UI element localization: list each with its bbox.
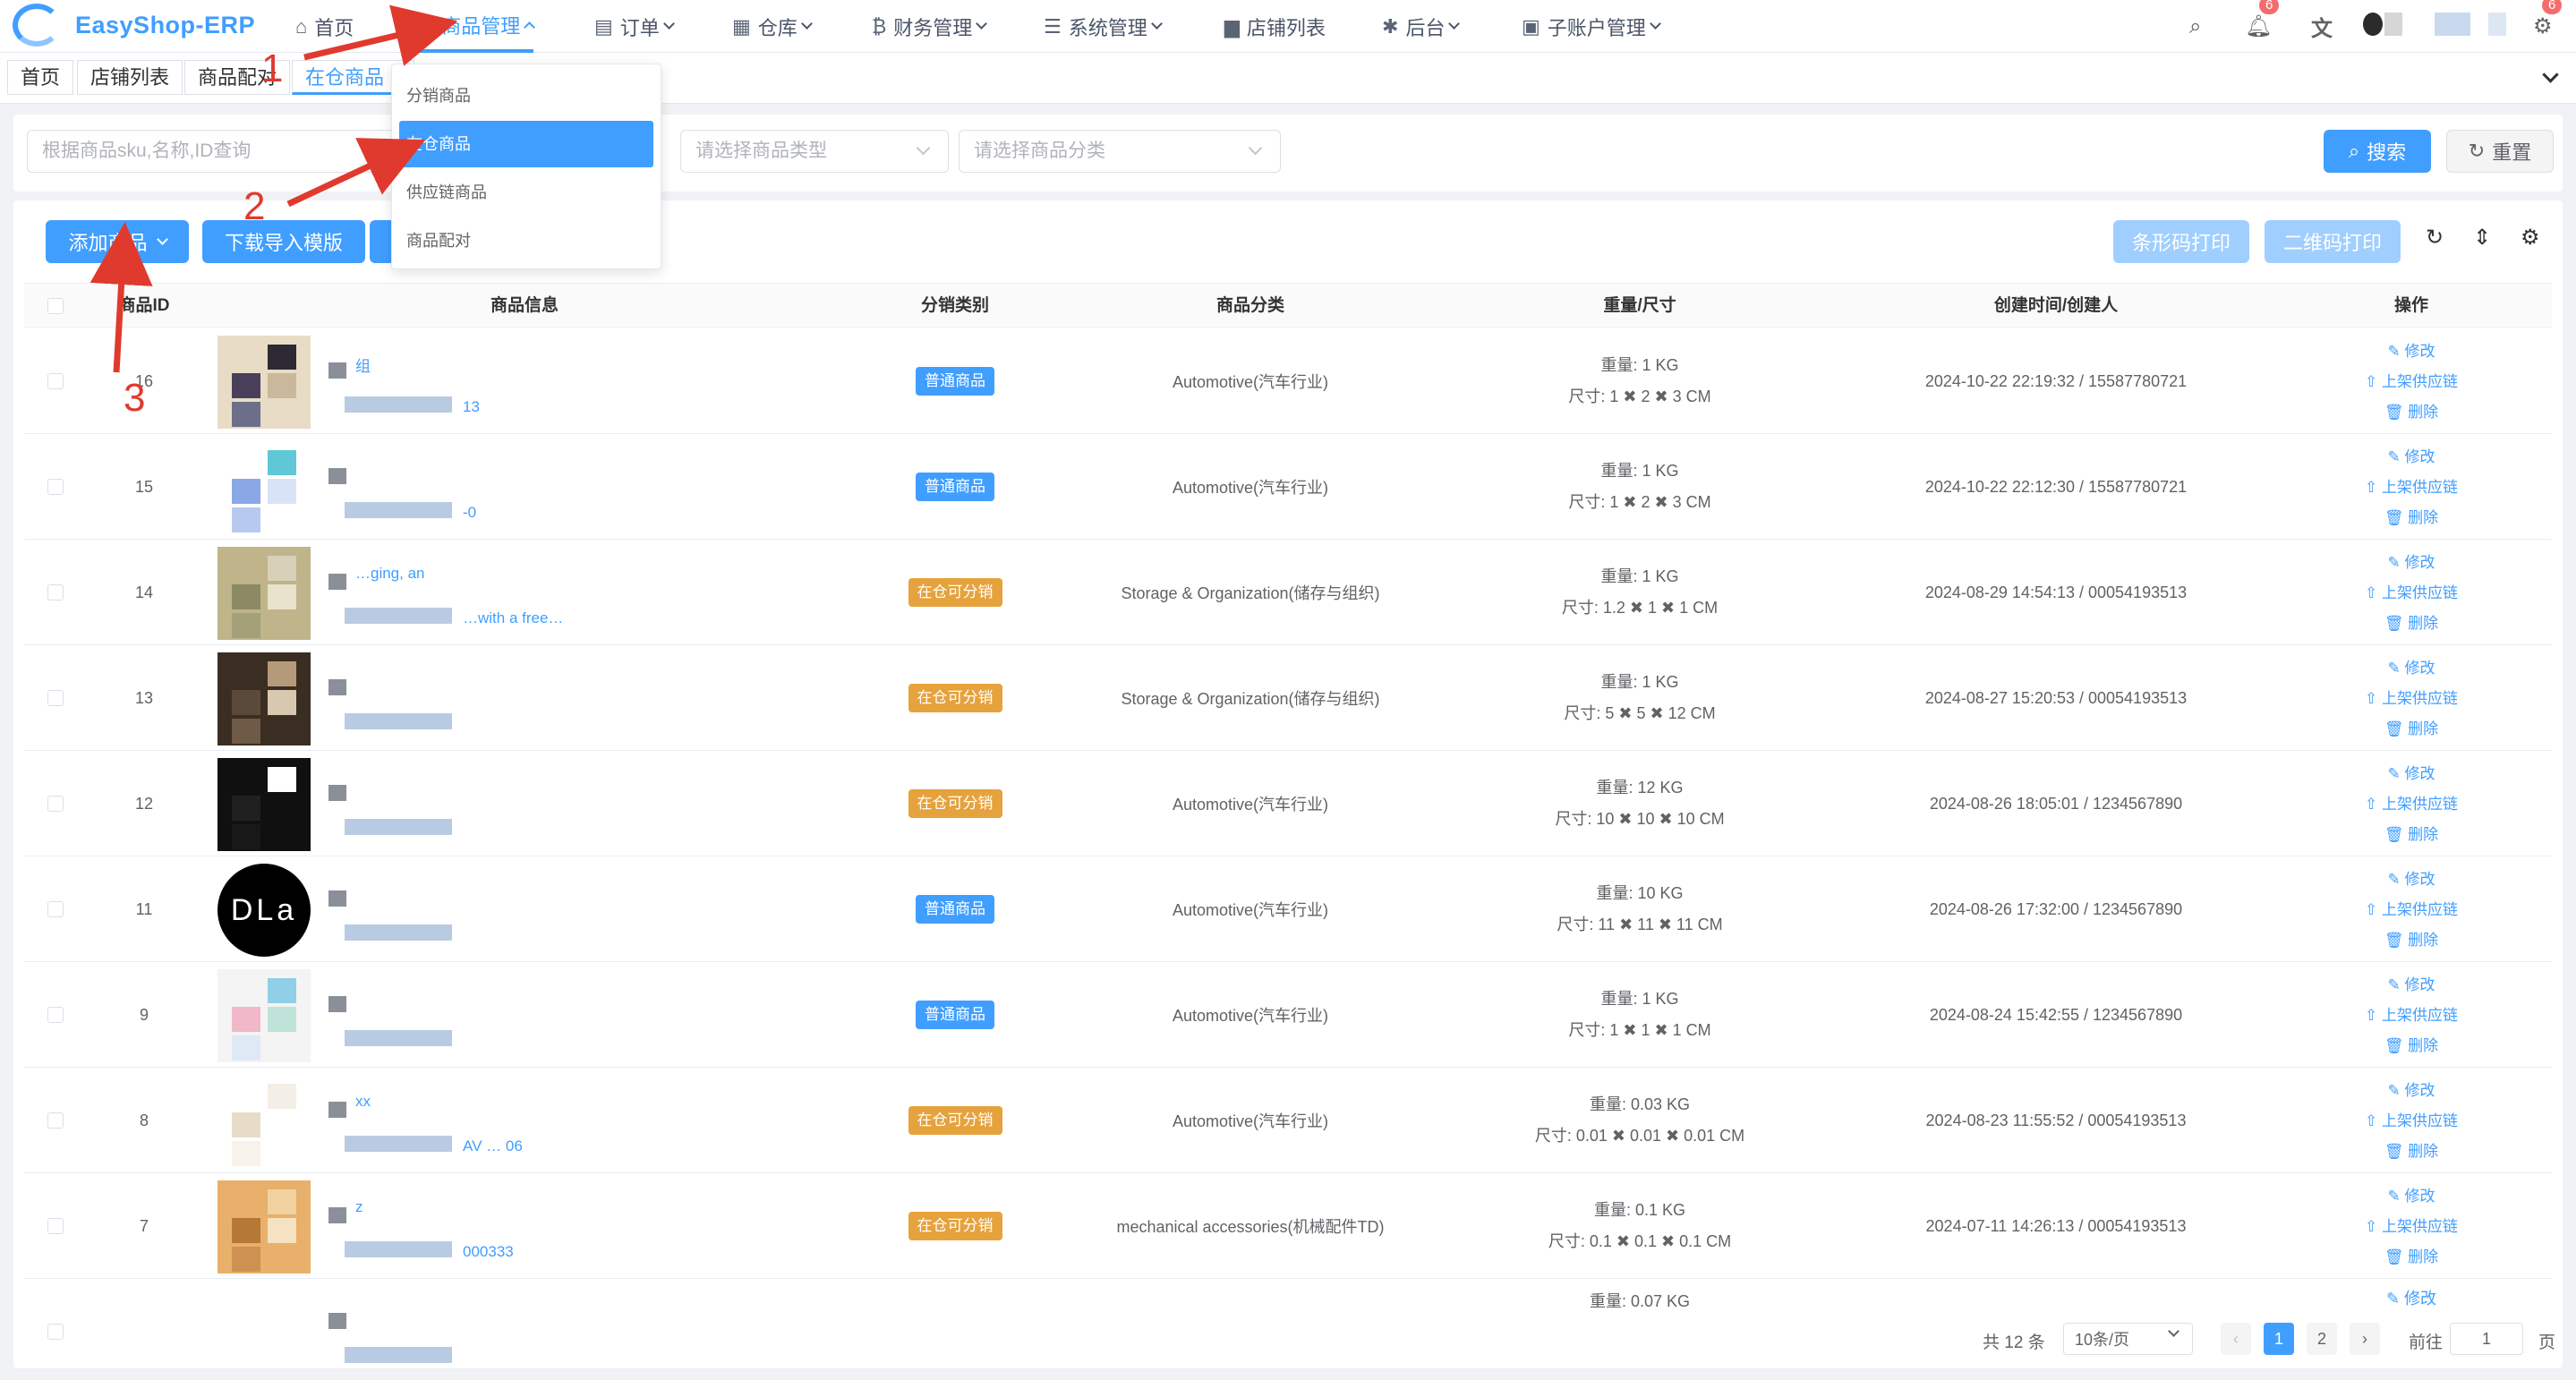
annotation-3: 3 xyxy=(124,376,146,420)
annotation-arrow-2 xyxy=(286,138,426,208)
annotation-2: 2 xyxy=(243,184,266,228)
annotation-arrow-1 xyxy=(303,4,458,66)
annotation-arrows xyxy=(90,4,458,373)
annotation-1: 1 xyxy=(261,47,284,90)
annotation-arrow-3 xyxy=(90,222,153,373)
